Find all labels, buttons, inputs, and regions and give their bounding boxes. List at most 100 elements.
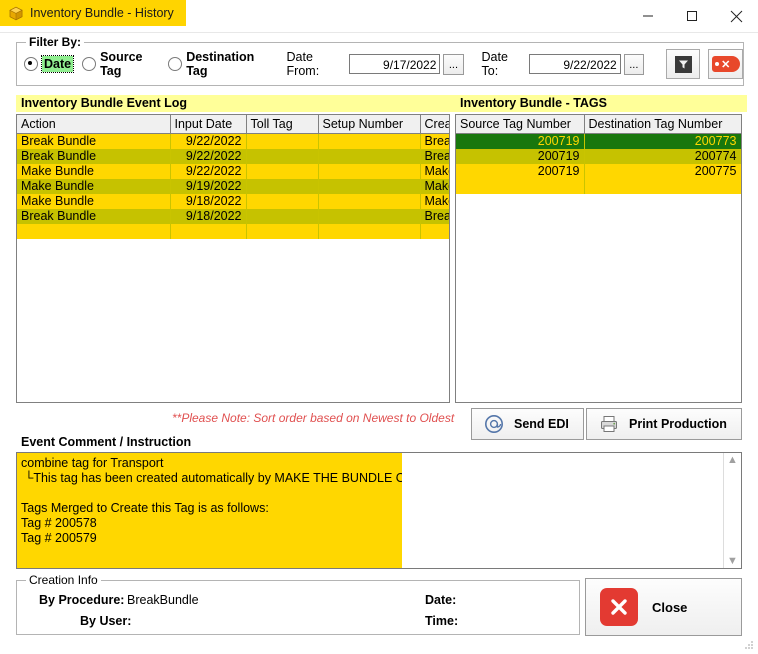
send-edi-button[interactable]: Send EDI (471, 408, 584, 440)
column-header-input-date[interactable]: Input Date (170, 115, 247, 134)
date-from-input[interactable]: 9/17/2022 (349, 54, 441, 74)
tags-body: 200719 200773 200719 200774 200719 20077… (456, 133, 741, 194)
event-log-grid[interactable]: Action Input Date Toll Tag Setup Number … (16, 114, 450, 403)
print-production-label: Print Production (629, 417, 727, 431)
event-comment-header: Event Comment / Instruction (21, 435, 192, 449)
cell-input-date: 9/22/2022 (170, 133, 247, 149)
red-x-circle-icon (600, 588, 638, 626)
table-row-empty[interactable] (456, 178, 741, 194)
column-header-created[interactable]: Creat (420, 115, 449, 134)
table-row[interactable]: Break Bundle 9/22/2022 Break (17, 148, 449, 164)
cell-input-date: 9/22/2022 (170, 148, 247, 164)
cell-toll-tag (246, 163, 319, 179)
table-row[interactable]: Make Bundle 9/22/2022 Make (17, 163, 449, 179)
cell-created: Break (420, 133, 449, 149)
cell-setup-number (318, 148, 421, 164)
cell-setup-number (318, 208, 421, 224)
by-procedure-label: By Procedure: (39, 593, 125, 607)
cell-destination-tag: 200773 (584, 133, 741, 149)
event-comment-box[interactable]: combine tag for Transport └This tag has … (16, 452, 742, 569)
cell-destination-tag: 200774 (584, 148, 741, 164)
column-header-action[interactable]: Action (17, 115, 171, 134)
sort-order-note: **Please Note: Sort order based on Newes… (172, 411, 455, 425)
filter-group-legend: Filter By: (26, 35, 85, 49)
window-title-tab[interactable]: Inventory Bundle - History (0, 0, 186, 26)
resize-grip[interactable] (743, 639, 755, 651)
cell-setup-number (318, 178, 421, 194)
column-header-destination-tag-number[interactable]: Destination Tag Number (584, 115, 741, 134)
table-row[interactable]: Make Bundle 9/19/2022 Make (17, 178, 449, 194)
event-log-header-row: Action Input Date Toll Tag Setup Number … (17, 115, 449, 134)
chevron-down-icon[interactable]: ▼ (727, 554, 738, 568)
chevron-up-icon[interactable]: ▲ (727, 453, 738, 467)
tags-header-row: Source Tag Number Destination Tag Number (456, 115, 741, 134)
table-row[interactable]: Break Bundle 9/22/2022 Break (17, 133, 449, 149)
cell-created: Make (420, 178, 449, 194)
table-row[interactable]: 200719 200773 (456, 133, 741, 149)
creation-time-label: Time: (425, 614, 459, 628)
cell-toll-tag (246, 193, 319, 209)
event-comment-text[interactable]: combine tag for Transport └This tag has … (17, 453, 402, 568)
cell-action: Break Bundle (17, 133, 171, 149)
table-row[interactable]: 200719 200774 (456, 148, 741, 164)
creation-date-label: Date: (425, 593, 457, 607)
cell-action: Make Bundle (17, 163, 171, 179)
cell-setup-number (318, 163, 421, 179)
radio-date-indicator[interactable] (24, 57, 38, 71)
cell-input-date: 9/22/2022 (170, 163, 247, 179)
cell-source-tag: 200719 (456, 163, 585, 179)
radio-filter-destination-tag[interactable]: Destination Tag (168, 50, 268, 78)
title-bar: Inventory Bundle - History (0, 0, 758, 33)
cell-toll-tag (246, 178, 319, 194)
radio-filter-source-tag[interactable]: Source Tag (82, 50, 159, 78)
tags-header: Inventory Bundle - TAGS (455, 95, 747, 112)
tags-table: Source Tag Number Destination Tag Number… (456, 115, 741, 194)
clear-filter-button[interactable]: ✕ (708, 49, 744, 79)
maximize-button[interactable] (670, 0, 714, 32)
table-row-empty[interactable] (17, 223, 449, 239)
radio-source-tag-indicator[interactable] (82, 57, 97, 71)
cell-input-date: 9/18/2022 (170, 193, 247, 209)
radio-destination-tag-label: Destination Tag (186, 50, 255, 78)
comment-scrollbar[interactable]: ▲ ▼ (723, 453, 741, 568)
by-procedure-value: BreakBundle (127, 593, 199, 607)
cell-created: Break (420, 208, 449, 224)
tags-grid[interactable]: Source Tag Number Destination Tag Number… (455, 114, 742, 403)
radio-source-tag-label: Source Tag (100, 50, 143, 78)
cell-setup-number (318, 193, 421, 209)
apply-filter-button[interactable] (665, 49, 701, 79)
date-from-browse-button[interactable]: ... (443, 53, 464, 75)
cell-input-date: 9/19/2022 (170, 178, 247, 194)
cell-input-date: 9/18/2022 (170, 208, 247, 224)
cell-destination-tag: 200775 (584, 163, 741, 179)
table-row[interactable]: Make Bundle 9/18/2022 Make (17, 193, 449, 209)
date-to-input[interactable]: 9/22/2022 (529, 54, 621, 74)
table-row[interactable]: 200719 200775 (456, 163, 741, 179)
radio-filter-date[interactable]: Date (24, 55, 75, 73)
close-button-label: Close (652, 599, 688, 615)
cell-created: Make (420, 163, 449, 179)
date-to-browse-button[interactable]: ... (623, 53, 644, 75)
print-production-button[interactable]: Print Production (586, 408, 742, 440)
close-button[interactable]: Close (585, 578, 742, 636)
cell-toll-tag (246, 133, 319, 149)
creation-info-legend: Creation Info (26, 573, 101, 587)
minimize-button[interactable] (626, 0, 670, 32)
close-window-button[interactable] (714, 0, 758, 32)
column-header-setup-number[interactable]: Setup Number (318, 115, 421, 134)
red-x-tag-icon: ✕ (711, 56, 740, 72)
table-row[interactable]: Break Bundle 9/18/2022 Break (17, 208, 449, 224)
by-user-label: By User: (80, 614, 132, 628)
column-header-toll-tag[interactable]: Toll Tag (246, 115, 319, 134)
cell-created: Make (420, 193, 449, 209)
date-from-label: Date From: (286, 50, 320, 78)
cell-action: Break Bundle (17, 208, 171, 224)
filter-by-group: Filter By: Date Source Tag Destination T… (16, 35, 744, 86)
funnel-icon (674, 55, 692, 73)
radio-destination-tag-indicator[interactable] (168, 57, 183, 71)
column-header-source-tag-number[interactable]: Source Tag Number (456, 115, 585, 134)
cell-source-tag: 200719 (456, 148, 585, 164)
event-log-header: Inventory Bundle Event Log (16, 95, 455, 112)
cell-toll-tag (246, 148, 319, 164)
send-edi-label: Send EDI (514, 417, 569, 431)
